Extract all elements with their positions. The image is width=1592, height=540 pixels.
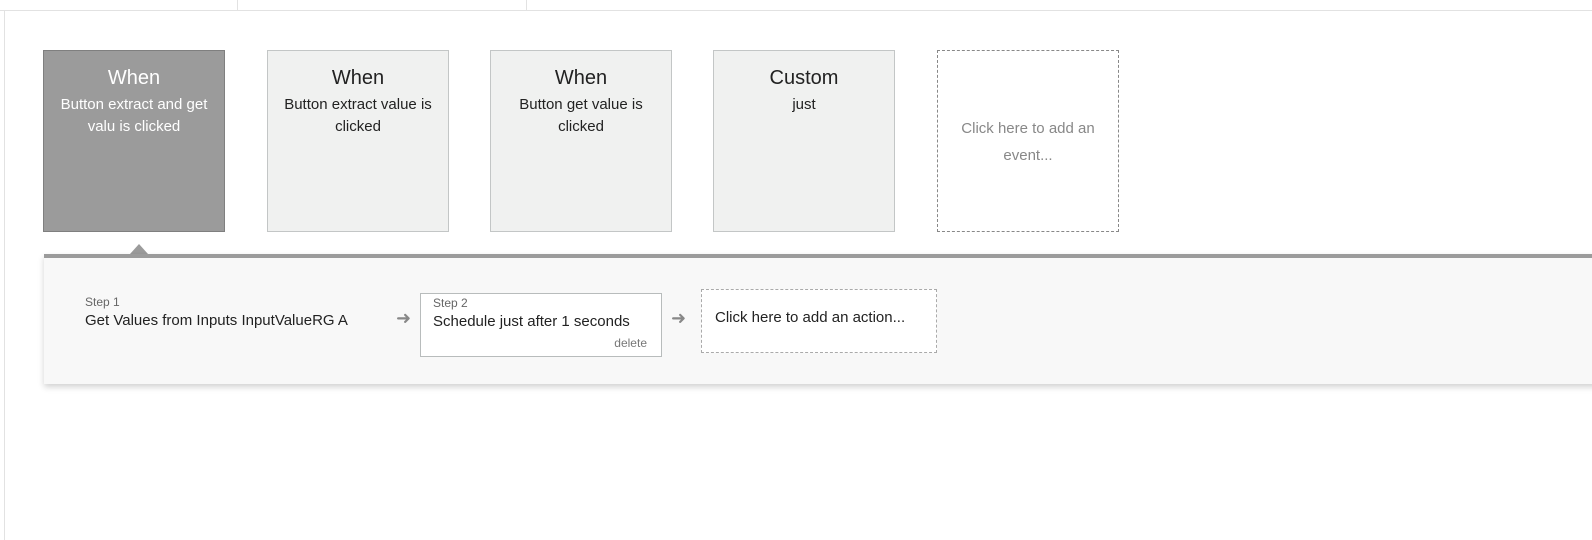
top-tab-strip (0, 0, 1592, 11)
step-1[interactable]: Step 1 Get Values from Inputs InputValue… (70, 292, 390, 352)
add-event-button[interactable]: Click here to add an event... (937, 50, 1119, 232)
tab-divider (526, 0, 527, 10)
step-text: Get Values from Inputs InputValueRG A (85, 312, 348, 329)
event-card-3[interactable]: When Button get value is clicked (490, 50, 672, 232)
step-text: Schedule just after 1 seconds (433, 313, 630, 330)
step-number: Step 1 (85, 295, 120, 309)
event-title: When (554, 67, 608, 89)
step-2[interactable]: Step 2 Schedule just after 1 seconds del… (420, 293, 662, 357)
left-border (4, 11, 5, 540)
event-description: Button extract and get valu is clicked (60, 96, 208, 135)
selected-event-pointer (130, 244, 148, 254)
arrow-right-icon: ➜ (396, 308, 412, 328)
event-title: When (331, 67, 385, 89)
event-card-2[interactable]: When Button extract value is clicked (267, 50, 449, 232)
delete-step-button[interactable]: delete (614, 336, 647, 350)
event-description: Button extract value is clicked (284, 96, 432, 135)
event-description: just (792, 96, 816, 113)
add-action-button[interactable]: Click here to add an action... (701, 289, 937, 353)
event-title: Custom (769, 67, 839, 89)
add-event-label: Click here to add an event... (961, 120, 1095, 164)
event-card-1[interactable]: When Button extract and get valu is clic… (43, 50, 225, 232)
event-description: Button get value is clicked (519, 96, 643, 135)
steps-panel: Step 1 Get Values from Inputs InputValue… (44, 254, 1592, 384)
arrow-right-icon: ➜ (671, 308, 687, 328)
tab-divider (237, 0, 238, 10)
step-number: Step 2 (433, 296, 468, 310)
event-card-4[interactable]: Custom just (713, 50, 895, 232)
event-title: When (107, 67, 161, 89)
